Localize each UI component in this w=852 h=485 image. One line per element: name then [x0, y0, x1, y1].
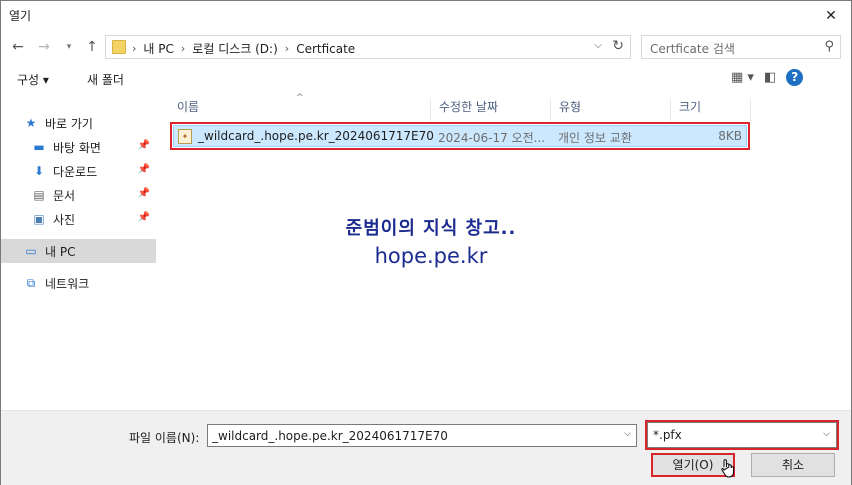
- nav-item-pictures[interactable]: ▣ 사진 📌: [1, 207, 156, 231]
- nav-item-network[interactable]: ⧉ 네트워크: [1, 271, 156, 295]
- nav-item-documents[interactable]: ▤ 문서 📌: [1, 183, 156, 207]
- watermark-line1: 준범이의 지식 창고..: [345, 218, 517, 239]
- file-date: 2024-06-17 오전...: [438, 131, 546, 145]
- file-type-filter[interactable]: *.pfx ⌵: [645, 420, 839, 450]
- new-folder-button[interactable]: 새 폴더: [87, 71, 124, 88]
- file-type: 개인 정보 교환: [558, 131, 632, 145]
- pin-icon: 📌: [137, 140, 150, 151]
- nav-quick-access[interactable]: ★ 바로 가기: [1, 111, 156, 135]
- network-icon: ⧉: [26, 276, 36, 290]
- view-options-icon[interactable]: ▦ ▾: [731, 70, 754, 85]
- file-row-selected[interactable]: ✦ _wildcard_.hope.pe.kr_2024061717E70 20…: [170, 122, 750, 150]
- address-dropdown-icon[interactable]: ⌵: [594, 40, 602, 51]
- computer-icon: ▭: [25, 244, 37, 258]
- file-size: 8KB: [718, 129, 742, 143]
- filename-label: 파일 이름(N):: [129, 431, 200, 445]
- filter-value: *.pfx: [653, 428, 682, 442]
- filename-value: _wildcard_.hope.pe.kr_2024061717E70: [212, 429, 448, 443]
- mouse-cursor-icon: [721, 459, 735, 478]
- pin-icon: 📌: [137, 188, 150, 199]
- recent-locations-chevron-icon[interactable]: ▾: [63, 38, 75, 56]
- pictures-icon: ▣: [33, 212, 45, 226]
- watermark: 준범이의 지식 창고.. hope.pe.kr: [331, 214, 531, 268]
- column-header-date[interactable]: 수정한 날짜: [431, 99, 551, 121]
- nav-item-desktop[interactable]: ▬ 바탕 화면 📌: [1, 135, 156, 159]
- nav-item-label: 바로 가기: [45, 116, 93, 131]
- breadcrumb-separator: ›: [284, 42, 290, 55]
- preview-pane-icon[interactable]: ◧: [764, 70, 776, 85]
- watermark-line2: hope.pe.kr: [374, 244, 488, 268]
- cancel-button[interactable]: 취소: [751, 453, 835, 477]
- nav-item-label: 네트워크: [45, 276, 90, 291]
- column-header-type[interactable]: 유형: [551, 99, 671, 121]
- breadcrumb-local-disk[interactable]: 로컬 디스크 (D:): [192, 40, 277, 57]
- breadcrumb: › 내 PC › 로컬 디스크 (D:) › Certficate: [132, 40, 355, 57]
- breadcrumb-certficate[interactable]: Certficate: [296, 42, 355, 56]
- documents-icon: ▤: [33, 188, 45, 202]
- star-icon: ★: [25, 116, 37, 130]
- back-arrow-icon[interactable]: ←: [9, 38, 27, 56]
- title-bar: 열기 ✕: [1, 1, 851, 31]
- search-box[interactable]: Certficate 검색 ⚲: [641, 35, 841, 59]
- download-icon: ⬇: [33, 164, 45, 178]
- search-placeholder: Certficate 검색: [650, 42, 735, 56]
- search-icon: ⚲: [824, 39, 834, 54]
- view-controls: ▦ ▾ ◧ ?: [731, 69, 804, 86]
- nav-item-this-pc[interactable]: ▭ 내 PC: [1, 239, 156, 263]
- pin-icon: 📌: [137, 164, 150, 175]
- breadcrumb-separator: ›: [132, 42, 137, 55]
- help-icon[interactable]: ?: [786, 69, 804, 86]
- column-header-size[interactable]: 크기: [671, 99, 751, 121]
- nav-item-label: 사진: [53, 212, 76, 227]
- breadcrumb-separator: ›: [180, 42, 186, 55]
- nav-item-downloads[interactable]: ⬇ 다운로드 📌: [1, 159, 156, 183]
- nav-item-label: 바탕 화면: [53, 140, 101, 155]
- breadcrumb-this-pc[interactable]: 내 PC: [143, 40, 173, 57]
- chevron-down-icon[interactable]: ⌵: [624, 429, 631, 439]
- address-bar[interactable]: › 내 PC › 로컬 디스크 (D:) › Certficate ⌵ ↻: [105, 35, 631, 59]
- nav-item-label: 문서: [53, 188, 76, 203]
- forward-arrow-icon[interactable]: →: [35, 38, 53, 56]
- up-arrow-icon[interactable]: ↑: [83, 38, 101, 56]
- dialog-title: 열기: [9, 9, 32, 23]
- nav-item-label: 내 PC: [45, 244, 76, 259]
- chevron-down-icon: ⌵: [823, 429, 830, 439]
- certificate-file-icon: ✦: [178, 129, 192, 144]
- refresh-icon[interactable]: ↻: [612, 38, 624, 54]
- close-button[interactable]: ✕: [811, 1, 851, 31]
- file-name: _wildcard_.hope.pe.kr_2024061717E70: [198, 129, 434, 143]
- navigation-pane: ★ 바로 가기 ▬ 바탕 화면 📌 ⬇ 다운로드 📌 ▤ 문서 📌 ▣ 사진 📌…: [1, 97, 156, 410]
- folder-icon: [112, 40, 126, 54]
- filename-input[interactable]: _wildcard_.hope.pe.kr_2024061717E70 ⌵: [207, 424, 637, 447]
- open-file-dialog: 열기 ✕ ← → ▾ ↑ › 내 PC › 로컬 디스크 (D:) › Cert…: [0, 0, 852, 485]
- organize-button[interactable]: 구성 ▾: [17, 71, 49, 88]
- desktop-icon: ▬: [33, 140, 45, 154]
- pin-icon: 📌: [137, 212, 150, 223]
- nav-item-label: 다운로드: [53, 164, 98, 179]
- column-header-name[interactable]: 이름: [169, 99, 431, 121]
